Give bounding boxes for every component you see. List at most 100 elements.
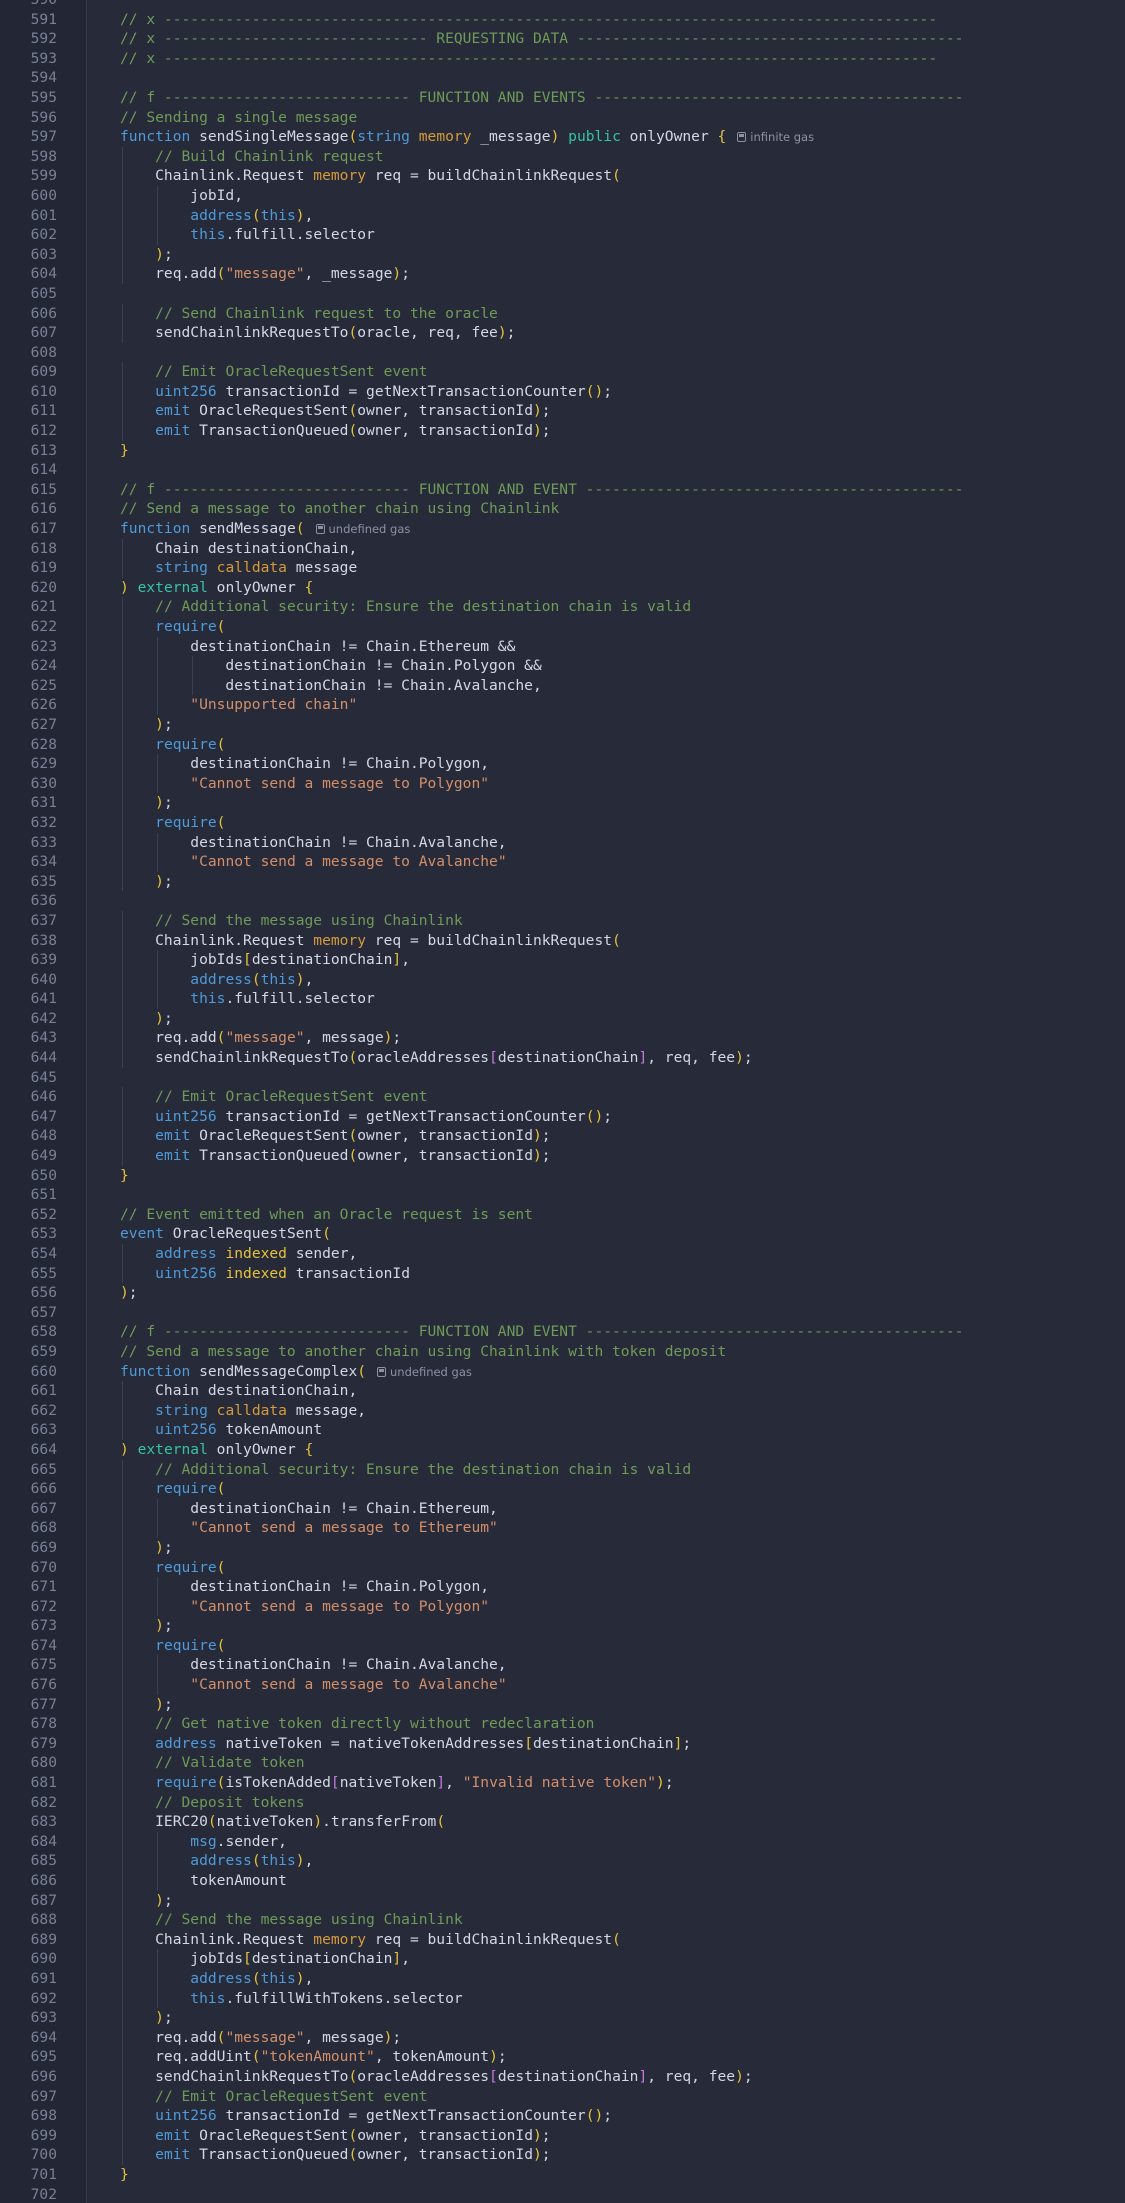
code-line[interactable]: 594 (0, 68, 1125, 88)
code-line[interactable]: 692 this.fulfillWithTokens.selector (0, 1988, 1125, 2009)
code-line[interactable]: 648 emit OracleRequestSent(owner, transa… (0, 1126, 1125, 1147)
code-line[interactable]: 639 jobIds[destinationChain], (0, 950, 1125, 970)
code-line[interactable]: 611 emit OracleRequestSent(owner, transa… (0, 401, 1125, 422)
code-line[interactable]: 691 address(this), (0, 1968, 1125, 1989)
code-line[interactable]: 645 (0, 1068, 1125, 1088)
code-line[interactable]: 641 this.fulfill.selector (0, 989, 1125, 1009)
code-line[interactable]: 597 function sendSingleMessage(string mem… (0, 127, 1125, 147)
gas-estimate-lens[interactable]: undefined gas (366, 1365, 472, 1379)
gas-estimate-lens[interactable]: infinite gas (726, 130, 814, 144)
code-line[interactable]: 654 address indexed sender, (0, 1244, 1125, 1264)
code-line[interactable]: 683 IERC20(nativeToken).transferFrom( (0, 1812, 1125, 1832)
code-line[interactable]: 626 "Unsupported chain" (0, 695, 1125, 715)
gas-estimate-lens[interactable]: undefined gas (305, 522, 410, 536)
code-line[interactable]: 690 jobIds[destinationChain], (0, 1949, 1125, 1969)
code-line[interactable]: 676 "Cannot send a message to Avalanche" (0, 1675, 1125, 1695)
code-line[interactable]: 678 // Get native token directly without… (0, 1714, 1125, 1734)
code-line[interactable]: 622 require( (0, 617, 1125, 637)
code-line[interactable]: 696 sendChainlinkRequestTo(oracleAddress… (0, 2066, 1125, 2087)
code-line[interactable]: 642 ); (0, 1008, 1125, 1029)
code-line[interactable]: 614 (0, 460, 1125, 480)
code-line[interactable]: 590 (0, 0, 1125, 10)
code-line[interactable]: 675 destinationChain != Chain.Avalanche, (0, 1655, 1125, 1676)
code-line[interactable]: 689 Chainlink.Request memory req = build… (0, 1929, 1125, 1950)
code-line[interactable]: 661 Chain destinationChain, (0, 1381, 1125, 1401)
code-line[interactable]: 665 // Additional security: Ensure the d… (0, 1459, 1125, 1480)
code-line[interactable]: 644 sendChainlinkRequestTo(oracleAddress… (0, 1048, 1125, 1068)
code-line[interactable]: 591 // x --------------------------------… (0, 10, 1125, 30)
code-line[interactable]: 595 // f ---------------------------- FUN… (0, 88, 1125, 108)
code-line[interactable]: 669 ); (0, 1537, 1125, 1558)
code-line[interactable]: 662 string calldata message, (0, 1400, 1125, 1421)
code-line[interactable]: 658 // f ---------------------------- FUN… (0, 1322, 1125, 1342)
code-line[interactable]: 653 event OracleRequestSent( (0, 1224, 1125, 1244)
code-line[interactable]: 663 uint256 tokenAmount (0, 1420, 1125, 1440)
code-line[interactable]: 610 uint256 transactionId = getNextTrans… (0, 381, 1125, 402)
code-line[interactable]: 682 // Deposit tokens (0, 1792, 1125, 1813)
code-line[interactable]: 599 Chainlink.Request memory req = build… (0, 166, 1125, 186)
code-line[interactable]: 631 ); (0, 793, 1125, 813)
code-line[interactable]: 598 // Build Chainlink request (0, 146, 1125, 167)
code-line[interactable]: 617 function sendMessage( undefined gas (0, 519, 1125, 539)
code-line[interactable]: 657 (0, 1303, 1125, 1323)
code-line[interactable]: 698 uint256 transactionId = getNextTrans… (0, 2106, 1125, 2126)
code-line[interactable]: 694 req.add("message", message); (0, 2027, 1125, 2048)
code-line[interactable]: 688 // Send the message using Chainlink (0, 1910, 1125, 1930)
code-line[interactable]: 628 require( (0, 734, 1125, 755)
code-line[interactable]: 608 (0, 343, 1125, 363)
code-line[interactable]: 664) external onlyOwner { (0, 1440, 1125, 1460)
code-line[interactable]: 700 emit TransactionQueued(owner, transa… (0, 2145, 1125, 2165)
code-line[interactable]: 668 "Cannot send a message to Ethereum" (0, 1518, 1125, 1538)
code-line[interactable]: 624 destinationChain != Chain.Polygon && (0, 656, 1125, 676)
code-line[interactable]: 604 req.add("message", _message); (0, 264, 1125, 284)
code-line[interactable]: 656); (0, 1283, 1125, 1303)
code-line[interactable]: 621 // Additional security: Ensure the d… (0, 597, 1125, 617)
code-line[interactable]: 600 jobId, (0, 185, 1125, 206)
code-line[interactable]: 686 tokenAmount (0, 1871, 1125, 1891)
code-line[interactable]: 612 emit TransactionQueued(owner, transa… (0, 421, 1125, 441)
code-line[interactable]: 638 Chainlink.Request memory req = build… (0, 930, 1125, 951)
code-line[interactable]: 673 ); (0, 1616, 1125, 1636)
code-line[interactable]: 602 this.fulfill.selector (0, 225, 1125, 245)
code-line[interactable]: 601 address(this), (0, 205, 1125, 226)
code-line[interactable]: 672 "Cannot send a message to Polygon" (0, 1596, 1125, 1617)
code-line[interactable]: 619 string calldata message (0, 558, 1125, 578)
code-line[interactable]: 616 // Send a message to another chain us… (0, 499, 1125, 519)
code-line[interactable]: 637 // Send the message using Chainlink (0, 910, 1125, 931)
code-line[interactable]: 647 uint256 transactionId = getNextTrans… (0, 1106, 1125, 1127)
code-line[interactable]: 674 require( (0, 1635, 1125, 1656)
code-line[interactable]: 655 uint256 indexed transactionId (0, 1263, 1125, 1284)
code-line[interactable]: 629 destinationChain != Chain.Polygon, (0, 754, 1125, 774)
code-line[interactable]: 646 // Emit OracleRequestSent event (0, 1087, 1125, 1107)
code-line[interactable]: 687 ); (0, 1890, 1125, 1911)
code-line[interactable]: 596 // Sending a single message (0, 108, 1125, 128)
code-line[interactable]: 701} (0, 2165, 1125, 2185)
code-line[interactable]: 685 address(this), (0, 1851, 1125, 1871)
code-line[interactable]: 666 require( (0, 1479, 1125, 1499)
code-line[interactable]: 627 ); (0, 714, 1125, 735)
code-line[interactable]: 649 emit TransactionQueued(owner, transa… (0, 1146, 1125, 1166)
code-line[interactable]: 607 sendChainlinkRequestTo(oracle, req, … (0, 323, 1125, 343)
code-line[interactable]: 651 (0, 1185, 1125, 1205)
code-line[interactable]: 671 destinationChain != Chain.Polygon, (0, 1577, 1125, 1597)
code-line[interactable]: 660 function sendMessageComplex( undefine… (0, 1362, 1125, 1382)
code-line[interactable]: 697 // Emit OracleRequestSent event (0, 2086, 1125, 2107)
code-line[interactable]: 643 req.add("message", message); (0, 1028, 1125, 1049)
code-line[interactable]: 680 // Validate token (0, 1753, 1125, 1774)
code-line[interactable]: 605 (0, 284, 1125, 304)
code-line[interactable]: 609 // Emit OracleRequestSent event (0, 362, 1125, 382)
code-line[interactable]: 593 // x --------------------------------… (0, 49, 1125, 69)
code-line[interactable]: 635 ); (0, 871, 1125, 892)
code-line[interactable]: 679 address nativeToken = nativeTokenAdd… (0, 1733, 1125, 1754)
code-line[interactable]: 592 // x ------------------------------ R… (0, 29, 1125, 49)
code-line[interactable]: 702 (0, 2185, 1125, 2203)
code-line[interactable]: 693 ); (0, 2008, 1125, 2028)
code-line[interactable]: 623 destinationChain != Chain.Ethereum &… (0, 636, 1125, 657)
code-line[interactable]: 625 destinationChain != Chain.Avalanche, (0, 675, 1125, 696)
code-line[interactable]: 659 // Send a message to another chain us… (0, 1342, 1125, 1362)
code-line[interactable]: 613} (0, 441, 1125, 461)
code-line[interactable]: 603 ); (0, 244, 1125, 265)
code-line[interactable]: 634 "Cannot send a message to Avalanche" (0, 852, 1125, 872)
code-line[interactable]: 632 require( (0, 812, 1125, 833)
code-line[interactable]: 630 "Cannot send a message to Polygon" (0, 773, 1125, 794)
